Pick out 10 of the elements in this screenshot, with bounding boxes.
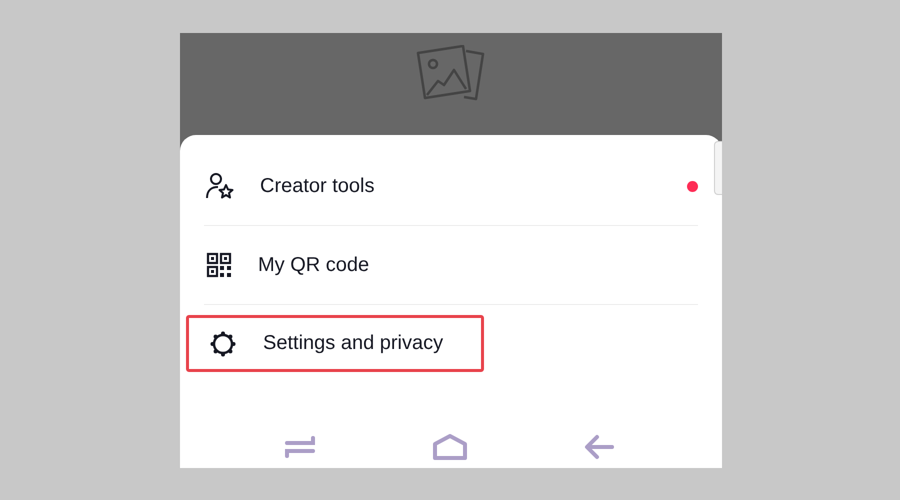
user-star-icon [206, 172, 234, 200]
swap-icon[interactable] [284, 435, 316, 459]
highlighted-menu-item[interactable]: Settings and privacy [186, 315, 484, 372]
home-icon[interactable] [432, 434, 468, 460]
image-icon [416, 45, 486, 103]
back-icon[interactable] [584, 434, 614, 460]
menu-item[interactable]: Creator tools [204, 147, 698, 225]
qr-code-icon [206, 252, 232, 278]
menu-item[interactable]: My QR code [204, 226, 698, 304]
settings-icon [209, 330, 237, 358]
